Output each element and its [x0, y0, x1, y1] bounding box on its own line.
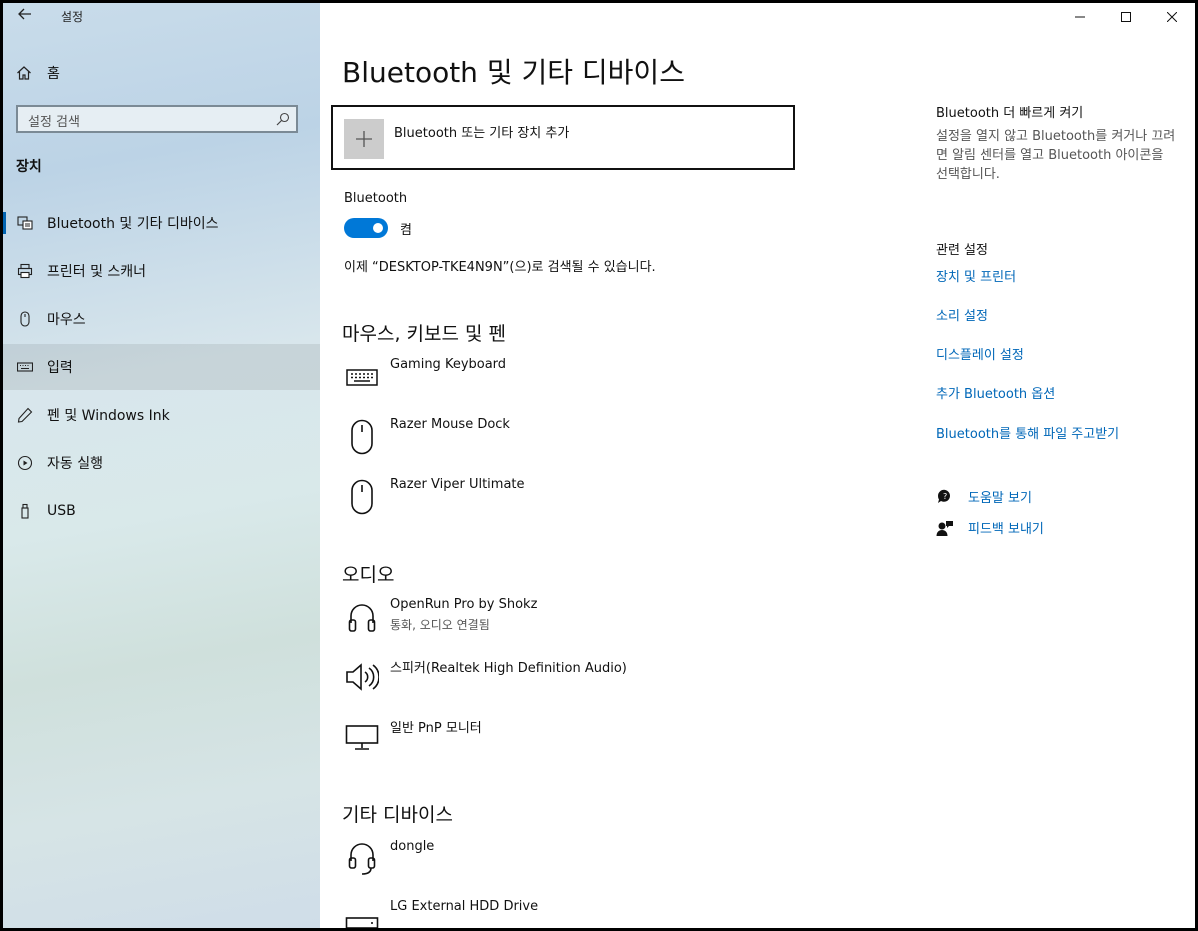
- sidebar-item-label: 마우스: [47, 312, 86, 328]
- title-bar: 설정: [3, 3, 320, 31]
- pen-icon: [16, 406, 34, 424]
- get-help-link[interactable]: ? 도움말 보기: [936, 487, 1032, 506]
- drive-icon: [344, 899, 380, 928]
- device-name: 일반 PnP 모니터: [390, 721, 482, 736]
- keyboard-icon: [16, 358, 34, 376]
- speaker-icon: [344, 657, 380, 697]
- device-name: Razer Viper Ultimate: [390, 477, 525, 492]
- home-label: 홈: [47, 66, 60, 82]
- link-sound-settings[interactable]: 소리 설정: [936, 305, 988, 324]
- related-settings-title: 관련 설정: [936, 243, 988, 258]
- toggle-knob: [373, 223, 383, 233]
- sidebar-item-usb[interactable]: USB: [3, 488, 320, 534]
- sidebar-item-pen[interactable]: 펜 및 Windows Ink: [3, 392, 320, 438]
- mouse-icon: [344, 477, 380, 517]
- sidebar-item-label: Bluetooth 및 기타 디바이스: [47, 216, 219, 232]
- add-device-button[interactable]: Bluetooth 또는 기타 장치 추가: [331, 105, 795, 170]
- home-icon: [17, 66, 31, 80]
- close-icon: [1167, 12, 1177, 22]
- device-name: Gaming Keyboard: [390, 357, 507, 372]
- mouse-icon: [16, 310, 34, 328]
- window-controls: [1057, 3, 1195, 31]
- link-devices-printers[interactable]: 장치 및 프린터: [936, 266, 1016, 285]
- autoplay-icon: [16, 454, 34, 472]
- sidebar-item-label: 입력: [47, 360, 73, 376]
- sidebar: 설정 홈 설정 검색 장치 Bluetooth 및 기타 디바이스 프린터 및 …: [3, 3, 320, 928]
- bluetooth-devices-icon: [16, 214, 34, 232]
- headset-icon: [344, 839, 380, 879]
- group-title-input-devices: 마우스, 키보드 및 펜: [342, 323, 506, 345]
- help-icon: ?: [937, 489, 950, 503]
- minimize-button[interactable]: [1057, 3, 1103, 31]
- plus-icon: [344, 119, 384, 159]
- bluetooth-toggle[interactable]: [344, 218, 388, 238]
- sidebar-item-mouse[interactable]: 마우스: [3, 296, 320, 342]
- device-name: LG External HDD Drive: [390, 899, 539, 914]
- link-display-settings[interactable]: 디스플레이 설정: [936, 344, 1024, 363]
- app-title: 설정: [61, 10, 84, 24]
- add-device-label: Bluetooth 또는 기타 장치 추가: [394, 126, 570, 141]
- sidebar-item-autoplay[interactable]: 자동 실행: [3, 440, 320, 486]
- device-name: 스피커(Realtek High Definition Audio): [390, 661, 627, 676]
- close-button[interactable]: [1149, 3, 1195, 31]
- quick-bluetooth-title: Bluetooth 더 빠르게 켜기: [936, 106, 1084, 121]
- usb-icon: [16, 502, 34, 520]
- maximize-button[interactable]: [1103, 3, 1149, 31]
- svg-text:?: ?: [943, 492, 947, 501]
- headphones-icon: [344, 597, 380, 637]
- device-name: dongle: [390, 839, 435, 854]
- device-name: OpenRun Pro by Shokz: [390, 597, 538, 612]
- minimize-icon: [1075, 16, 1085, 18]
- sidebar-item-typing[interactable]: 입력: [3, 344, 320, 390]
- search-box[interactable]: 설정 검색: [16, 105, 298, 133]
- bluetooth-state: 켬: [400, 223, 412, 238]
- quick-bluetooth-text: 설정을 열지 않고 Bluetooth를 켜거나 끄려면 알림 센터를 열고 B…: [936, 129, 1176, 182]
- sidebar-item-label: 펜 및 Windows Ink: [47, 408, 170, 424]
- printer-icon: [16, 262, 34, 280]
- search-placeholder: 설정 검색: [28, 115, 80, 130]
- section-title: 장치: [16, 159, 42, 175]
- monitor-icon: [344, 717, 380, 757]
- discoverable-text: 이제 “DESKTOP-TKE4N9N”(으)로 검색될 수 있습니다.: [344, 260, 656, 275]
- mouse-icon: [344, 417, 380, 457]
- link-more-bluetooth-options[interactable]: 추가 Bluetooth 옵션: [936, 383, 1055, 402]
- back-button[interactable]: [13, 5, 37, 27]
- feedback-icon: [936, 520, 953, 536]
- device-name: Razer Mouse Dock: [390, 417, 510, 432]
- main-content: Bluetooth 및 기타 디바이스 Bluetooth 또는 기타 장치 추…: [320, 3, 1195, 928]
- settings-window: 설정 홈 설정 검색 장치 Bluetooth 및 기타 디바이스 프린터 및 …: [3, 3, 1195, 928]
- sidebar-item-bluetooth[interactable]: Bluetooth 및 기타 디바이스: [3, 200, 320, 246]
- back-arrow-icon: [18, 8, 31, 20]
- maximize-icon: [1121, 12, 1131, 22]
- link-bluetooth-file-transfer[interactable]: Bluetooth를 통해 파일 주고받기: [936, 423, 1119, 442]
- search-icon: [276, 112, 290, 126]
- get-help-label: 도움말 보기: [968, 491, 1032, 506]
- feedback-link[interactable]: 피드백 보내기: [936, 518, 1044, 537]
- group-title-other: 기타 디바이스: [342, 804, 453, 826]
- feedback-label: 피드백 보내기: [968, 522, 1044, 537]
- bluetooth-label: Bluetooth: [344, 191, 408, 206]
- home-link[interactable]: 홈: [16, 61, 60, 85]
- sidebar-item-label: 자동 실행: [47, 456, 103, 472]
- sidebar-item-printers[interactable]: 프린터 및 스캐너: [3, 248, 320, 294]
- keyboard-icon: [344, 357, 380, 397]
- sidebar-item-label: USB: [47, 503, 76, 519]
- device-status: 통화, 오디오 연결됨: [390, 618, 490, 632]
- group-title-audio: 오디오: [342, 564, 395, 586]
- selection-indicator: [3, 212, 6, 234]
- sidebar-item-label: 프린터 및 스캐너: [47, 264, 147, 280]
- page-title: Bluetooth 및 기타 디바이스: [342, 56, 685, 89]
